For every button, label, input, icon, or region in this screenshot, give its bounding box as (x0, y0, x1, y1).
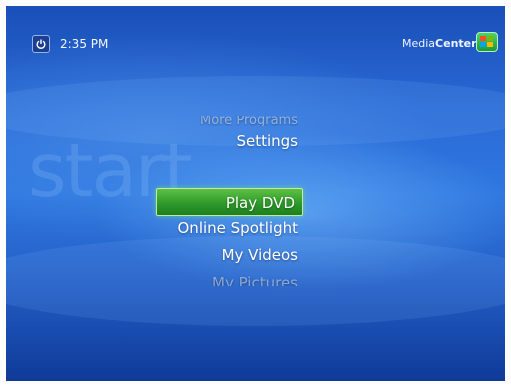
menu-item-settings[interactable]: Settings (236, 132, 298, 150)
menu-item-play-dvd[interactable]: Play DVD (156, 188, 303, 216)
menu-item-label: Play DVD (225, 194, 295, 212)
start-menu: More Programs Settings Play DVD Online S… (6, 6, 505, 381)
menu-item-online-spotlight[interactable]: Online Spotlight (178, 219, 299, 237)
menu-item-my-videos[interactable]: My Videos (222, 246, 298, 264)
menu-item-more-programs[interactable]: More Programs (200, 116, 298, 126)
media-center-screen: 2:35 PM MediaCenter start More Programs … (6, 6, 505, 381)
menu-item-my-pictures[interactable]: My Pictures (212, 274, 298, 286)
